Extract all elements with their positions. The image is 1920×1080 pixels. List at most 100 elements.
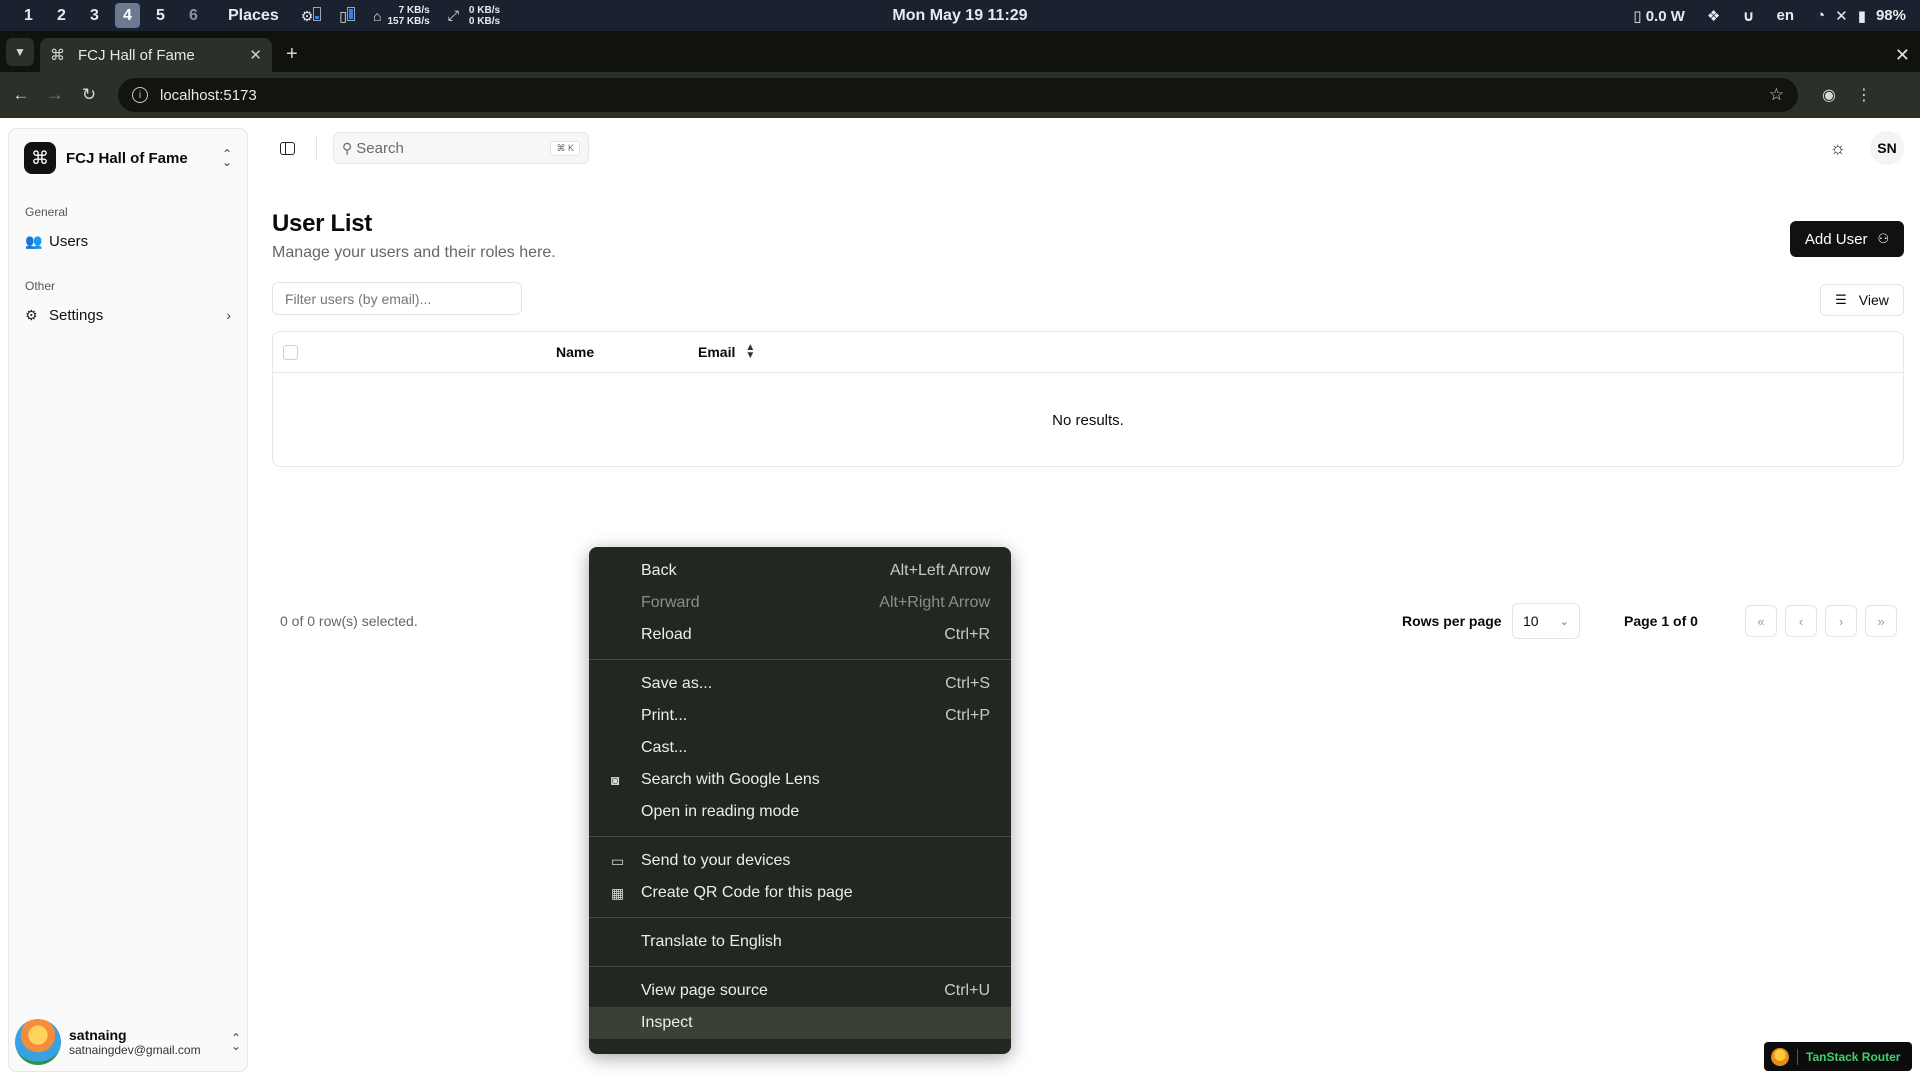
chevron-right-icon: › [226,307,231,323]
context-menu: Back Alt+Left Arrow Forward Alt+Right Arro… [589,547,1011,1054]
sidebar-toggle-button[interactable] [274,135,300,161]
team-name: FCJ Hall of Fame [66,149,188,167]
headset-icon[interactable]: ∪ [1742,7,1754,25]
menu-item-qr-code[interactable]: ▦ Create QR Code for this page [589,877,1011,909]
site-info-icon[interactable]: i [132,87,148,103]
devices-icon: ▭ [611,852,625,869]
rows-per-page-select[interactable]: 10 ⌄ [1512,603,1580,639]
tanstack-logo-icon [1771,1047,1789,1066]
workspace-1[interactable]: 1 [16,3,41,28]
language-indicator[interactable]: en [1777,7,1795,24]
system-tray: ▯ 0.0 W ❖ ∪ en ◔ ✕ ▮ 98% [1633,7,1906,25]
workspace-switcher: 1 2 3 4 5 6 [16,3,206,28]
menu-item-send-to-devices[interactable]: ▭ Send to your devices [589,845,1011,877]
tab-search-button[interactable]: ▼ [6,38,34,66]
user-email: satnaingdev@gmail.com [69,1043,201,1057]
speaker-muted-icon: ✕ [1835,7,1848,25]
view-label: View [1858,292,1889,308]
menu-item-forward[interactable]: Forward Alt+Right Arrow [589,587,1011,619]
view-options-button[interactable]: ☰ View [1820,284,1904,316]
tanstack-devtools-button[interactable]: TanStack Router [1764,1042,1912,1071]
battery-icon: ▮ [1857,7,1866,25]
add-user-button[interactable]: Add User ⚇ [1790,221,1904,257]
disk-down-speed: 0 KB/s [468,15,501,27]
previous-page-button[interactable]: ‹ [1785,605,1817,637]
sidebar-item-users[interactable]: 👥 Users [9,225,247,257]
workspace-2[interactable]: 2 [49,3,74,28]
workspace-4[interactable]: 4 [115,3,140,28]
select-all-checkbox[interactable] [283,345,298,360]
user-menu[interactable]: satnaing satnaingdev@gmail.com ⌃ ⌄ [9,1013,247,1071]
add-user-label: Add User [1804,230,1868,248]
chevron-down-icon: ⌄ [1559,615,1569,628]
users-icon: 👥 [25,232,43,249]
bookmark-star-icon[interactable]: ☆ [1769,85,1784,105]
menu-item-reload[interactable]: Reload Ctrl+R [589,619,1011,651]
menu-separator [589,966,1011,967]
menu-separator [589,917,1011,918]
search-label: Search [356,139,404,157]
clock: Mon May 19 11:29 [892,6,1028,24]
menu-item-back[interactable]: Back Alt+Left Arrow [589,555,1011,587]
users-table: Name Email ▲ ▼ No results. [272,331,1904,467]
menu-item-cast[interactable]: Cast... [589,732,1011,764]
next-page-button[interactable]: › [1825,605,1857,637]
chevron-down-icon: ▼ [14,45,26,59]
divider [316,137,317,159]
panel-left-icon [279,141,295,155]
rows-per-page-value: 10 [1523,613,1539,629]
menu-item-print[interactable]: Print... Ctrl+P [589,700,1011,732]
battery-level: 98% [1875,6,1906,24]
forward-arrow-icon[interactable]: → [38,85,72,105]
command-logo-icon: ⌘ [24,142,56,174]
menu-item-google-lens[interactable]: ◙ Search with Google Lens [589,764,1011,796]
net-up-speed: 7 KB/s [398,4,430,16]
menu-item-inspect[interactable]: Inspect [589,1007,1011,1039]
dropbox-icon[interactable]: ❖ [1707,7,1720,25]
window-close-icon[interactable]: ✕ [1895,45,1910,66]
app-header: ⚲ Search ⌘ K ☼ SN [266,128,1906,168]
sort-icon: ▲ ▼ [745,342,756,361]
lens-icon: ◙ [611,772,620,788]
theme-toggle-sun-icon[interactable]: ☼ [1830,138,1847,159]
menu-item-save-as[interactable]: Save as... Ctrl+S [589,668,1011,700]
column-header-email[interactable]: Email ▲ ▼ [698,342,756,361]
places-menu[interactable]: Places [228,7,279,25]
selection-count: 0 of 0 row(s) selected. [280,613,418,629]
first-page-button[interactable]: « [1745,605,1777,637]
menu-item-reading-mode[interactable]: Open in reading mode [589,796,1011,828]
nav-group-label: General [25,205,68,219]
menu-item-translate[interactable]: Translate to English [589,926,1011,958]
tray-status[interactable]: ◔ ✕ ▮ 98% [1816,7,1906,25]
email-filter-input[interactable] [272,282,522,315]
nav-group-label: Other [25,279,56,293]
cpu-icon: ⚙ [301,6,322,25]
menu-item-view-source[interactable]: View page source Ctrl+U [589,975,1011,1007]
new-tab-button[interactable]: + [286,43,298,66]
team-switcher[interactable]: ⌘ FCJ Hall of Fame ⌃ ⌄ [9,129,247,187]
reload-icon[interactable]: ↻ [72,85,106,105]
browser-tab[interactable]: ⌘ FCJ Hall of Fame ✕ [40,38,272,72]
sidebar-item-label: Settings [49,306,104,324]
back-arrow-icon[interactable]: ← [4,85,38,105]
address-bar[interactable]: i localhost:5173 ☆ [118,78,1798,112]
profile-icon[interactable]: ◉ [1822,85,1836,105]
more-menu-icon[interactable]: ⋮ [1856,85,1872,105]
workspace-5[interactable]: 5 [148,3,173,28]
sliders-icon: ☰ [1835,292,1847,307]
sidebar: ⌘ FCJ Hall of Fame ⌃ ⌄ General 👥 Users Ot… [8,128,248,1072]
power-usage[interactable]: ▯ 0.0 W [1633,7,1685,25]
search-button[interactable]: ⚲ Search ⌘ K [333,132,589,164]
sidebar-item-settings[interactable]: ⚙ Settings › [9,299,247,331]
memory-icon: ▯ [339,6,355,25]
network-icon: ⌂ 7 KB/s 157 KB/s [373,4,430,27]
disk-icon: ⤢ 0 KB/s 0 KB/s [447,4,501,27]
disk-up-speed: 0 KB/s [468,4,501,16]
workspace-6[interactable]: 6 [181,3,206,28]
last-page-button[interactable]: » [1865,605,1897,637]
chevrons-up-down-icon: ⌃ ⌄ [221,147,232,169]
close-tab-icon[interactable]: ✕ [249,46,262,64]
workspace-3[interactable]: 3 [82,3,107,28]
page-title: User List [272,210,373,237]
profile-avatar-button[interactable]: SN [1870,131,1904,165]
